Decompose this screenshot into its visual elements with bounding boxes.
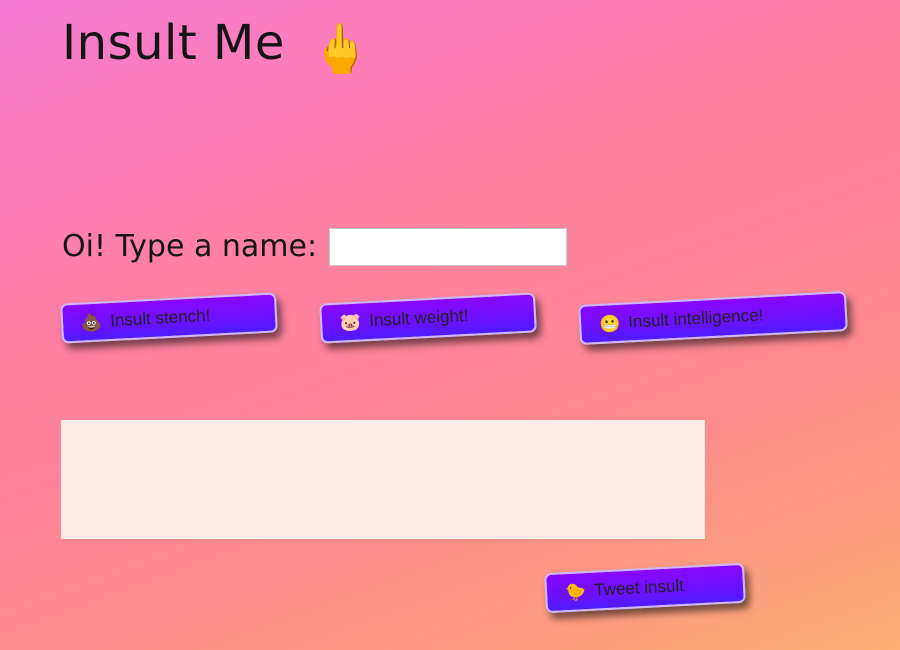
grimace-face-icon: 😬 bbox=[598, 313, 621, 334]
page-title: Insult Me 🖕 bbox=[62, 14, 371, 78]
insult-weight-label: Insult weight! bbox=[368, 305, 469, 331]
tweet-insult-label: Tweet insult bbox=[593, 575, 685, 600]
insult-output-box bbox=[61, 420, 705, 539]
insult-intelligence-label: Insult intelligence! bbox=[627, 305, 764, 332]
pig-face-icon: 🐷 bbox=[339, 312, 362, 333]
name-prompt-row: Oi! Type a name: bbox=[62, 226, 568, 268]
page-title-text: Insult Me bbox=[62, 15, 285, 71]
insult-intelligence-button[interactable]: 😬 Insult intelligence! bbox=[578, 291, 848, 345]
middle-finger-icon: 🖕 bbox=[310, 21, 371, 77]
poop-icon: 💩 bbox=[80, 312, 103, 333]
name-input[interactable] bbox=[329, 228, 568, 266]
chick-icon: 🐤 bbox=[564, 581, 587, 602]
insult-stench-button[interactable]: 💩 Insult stench! bbox=[60, 292, 278, 344]
tweet-insult-button[interactable]: 🐤 Tweet insult bbox=[544, 562, 746, 614]
insult-weight-button[interactable]: 🐷 Insult weight! bbox=[319, 292, 537, 344]
insult-stench-label: Insult stench! bbox=[109, 305, 211, 331]
name-prompt-label: Oi! Type a name: bbox=[62, 229, 318, 264]
